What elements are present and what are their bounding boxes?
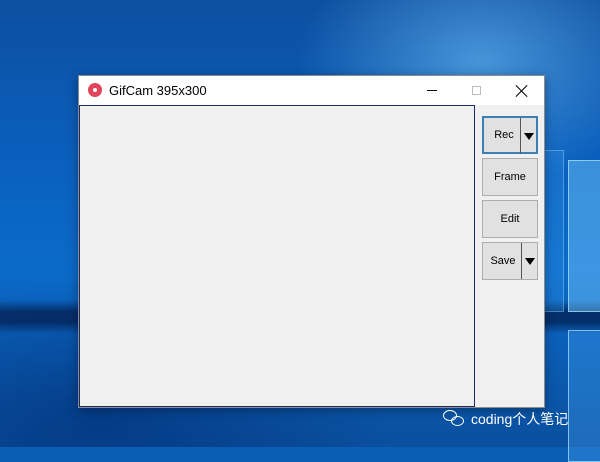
maximize-button[interactable] <box>454 76 499 105</box>
watermark-text: coding个人笔记 <box>471 411 569 427</box>
maximize-icon <box>472 86 481 95</box>
wallpaper-window-pane <box>544 150 564 312</box>
triangle-down-icon <box>523 132 534 140</box>
save-button-label: Save <box>490 255 516 267</box>
gifcam-window: GifCam 395x300 Rec Frame Edit Save <box>78 75 545 408</box>
rec-button-label: Rec <box>494 129 514 141</box>
wallpaper-window-pane <box>568 160 600 312</box>
save-dropdown-button[interactable] <box>521 243 537 279</box>
close-button[interactable] <box>499 76 544 105</box>
close-icon <box>516 85 528 97</box>
control-panel: Rec Frame Edit Save <box>475 105 544 407</box>
window-title: GifCam 395x300 <box>109 83 207 98</box>
rec-dropdown-button[interactable] <box>520 118 536 154</box>
frame-button[interactable]: Frame <box>482 158 538 196</box>
triangle-down-icon <box>524 257 535 265</box>
title-bar[interactable]: GifCam 395x300 <box>79 76 544 105</box>
capture-area[interactable] <box>79 105 475 407</box>
edit-button[interactable]: Edit <box>482 200 538 238</box>
wallpaper-window-pane <box>568 330 600 462</box>
watermark: coding个人笔记 <box>443 408 568 430</box>
minimize-button[interactable] <box>409 76 454 105</box>
camera-icon <box>88 83 102 97</box>
rec-button[interactable]: Rec <box>482 116 538 154</box>
wechat-icon <box>443 410 465 428</box>
minimize-icon <box>426 90 437 91</box>
save-button[interactable]: Save <box>482 242 538 280</box>
